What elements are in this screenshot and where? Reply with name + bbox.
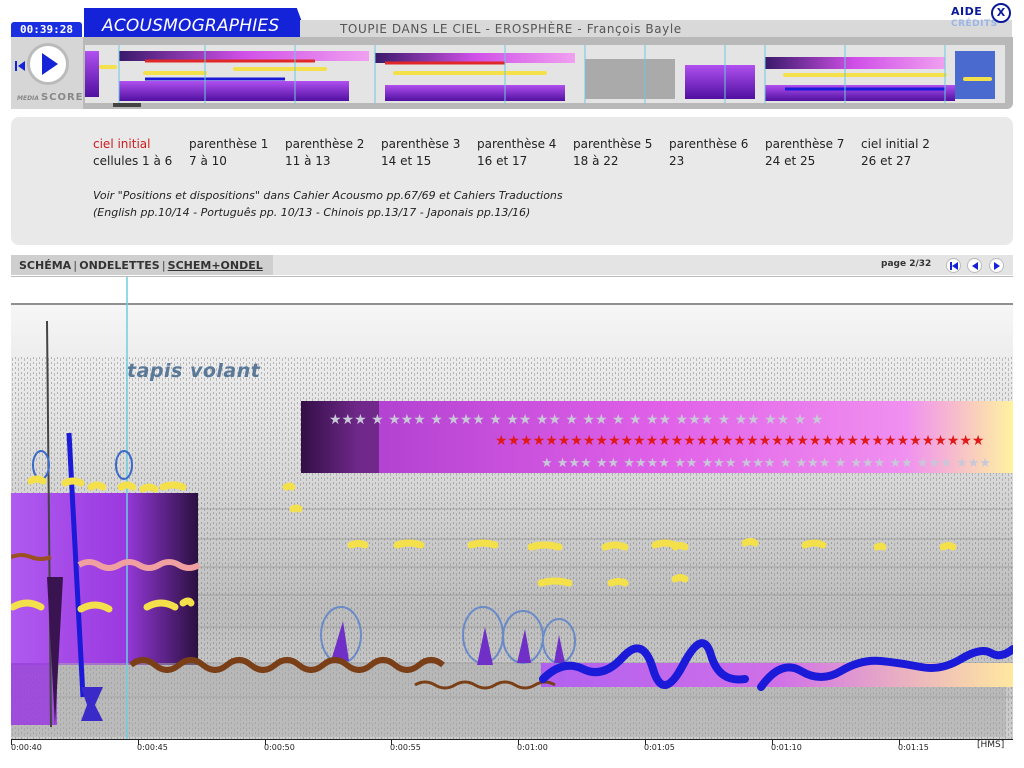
overview-thumbnail[interactable] [85, 45, 1005, 107]
annotation-tapis-volant: tapis volant [127, 360, 261, 382]
time-ruler: 0:00:40 0:00:45 0:00:50 0:00:55 0:01:00 … [11, 740, 1013, 764]
credits-link[interactable]: CRÉDITS [951, 19, 998, 29]
section-name: parenthèse 5 [573, 137, 653, 151]
overview-graphic [85, 45, 1005, 103]
section-cells: 11 à 13 [285, 154, 331, 168]
section-parenthese-1[interactable]: parenthèse 1 7 à 10 [189, 137, 285, 168]
section-cells: 14 et 15 [381, 154, 432, 168]
section-parenthese-2[interactable]: parenthèse 2 11 à 13 [285, 137, 381, 168]
close-button[interactable]: X [991, 3, 1011, 23]
svg-text:★★★ ★ ★★★ ★ ★★★ ★ ★★ ★★ ★ ★: ★★★ ★ ★★★ ★ ★★★ ★ ★★ ★★ ★ ★★ ★ ★ ★★ ★★★ … [329, 412, 823, 428]
section-parenthese-5[interactable]: parenthèse 5 18 à 22 [573, 137, 669, 168]
section-cells: 24 et 25 [765, 154, 816, 168]
overview-panel: MEDIA SCORE [11, 37, 1013, 109]
tab-schem-ondel[interactable]: SCHEM+ONDEL [168, 259, 263, 272]
time-label: 0:01:05 [644, 743, 675, 752]
tab-schema[interactable]: SCHÉMA [19, 259, 71, 272]
section-cells: 7 à 10 [189, 154, 227, 168]
section-name: parenthèse 1 [189, 137, 269, 151]
play-button[interactable] [27, 43, 69, 85]
tab-ondelettes[interactable]: ONDELETTES [79, 259, 159, 272]
prev-page-icon [972, 262, 978, 270]
time-unit: [HMS] [977, 740, 1005, 750]
view-tabs: SCHÉMA | ONDELETTES | SCHEM+ONDEL [11, 255, 273, 275]
section-name: parenthèse 7 [765, 137, 845, 151]
overview-playhead[interactable] [113, 103, 141, 107]
rewind-icon[interactable] [14, 59, 26, 73]
section-ciel-initial-2[interactable]: ciel initial 2 26 et 27 [861, 137, 957, 168]
score-logo: MEDIA SCORE [17, 92, 84, 103]
first-page-button[interactable] [946, 258, 961, 273]
section-info-panel: ciel initial cellules 1 à 6 parenthèse 1… [11, 117, 1013, 245]
svg-text:★★★★★★★★★★★★★★★★★★★★★★★★★★★★★★: ★★★★★★★★★★★★★★★★★★★★★★★★★★★★★★★★★★★★★★★ [495, 433, 984, 449]
page-indicator: page 2/32 [881, 259, 932, 269]
time-label: 0:01:00 [517, 743, 548, 752]
time-label: 0:00:40 [11, 743, 42, 752]
section-name: ciel initial [93, 137, 151, 151]
section-name: parenthèse 6 [669, 137, 749, 151]
view-header: SCHÉMA | ONDELETTES | SCHEM+ONDEL page 2/32 [11, 255, 1013, 275]
section-name: parenthèse 2 [285, 137, 365, 151]
section-cells: 18 à 22 [573, 154, 619, 168]
player-controls: MEDIA SCORE [11, 37, 83, 109]
time-label: 0:01:10 [771, 743, 802, 752]
translation-note: (English pp.10/14 - Português pp. 10/13 … [93, 206, 531, 219]
section-cells: 26 et 27 [861, 154, 912, 168]
section-parenthese-4[interactable]: parenthèse 4 16 et 17 [477, 137, 573, 168]
section-cells: cellules 1 à 6 [93, 154, 173, 168]
time-label: 0:01:15 [898, 743, 929, 752]
section-name: parenthèse 3 [381, 137, 461, 151]
next-page-icon [994, 262, 1000, 270]
reference-note: Voir "Positions et dispositions" dans Ca… [93, 189, 563, 202]
next-page-button[interactable] [989, 258, 1004, 273]
close-icon: X [996, 6, 1006, 19]
time-label: 0:00:45 [137, 743, 168, 752]
section-parenthese-6[interactable]: parenthèse 6 23 [669, 137, 765, 168]
tab-separator: | [161, 259, 166, 272]
first-page-icon [950, 262, 958, 270]
time-label: 0:00:55 [390, 743, 421, 752]
section-parenthese-3[interactable]: parenthèse 3 14 et 15 [381, 137, 477, 168]
help-link[interactable]: AIDE [951, 5, 982, 18]
app-title: ACOUSMOGRAPHIES [84, 8, 308, 38]
work-title: TOUPIE DANS LE CIEL - EROSPHÈRE - Franço… [340, 22, 682, 36]
prev-page-button[interactable] [967, 258, 982, 273]
section-cells: 23 [669, 154, 685, 168]
section-cells: 16 et 17 [477, 154, 528, 168]
time-label: 0:00:50 [264, 743, 295, 752]
section-name: ciel initial 2 [861, 137, 930, 151]
play-icon [42, 53, 58, 75]
section-ciel-initial[interactable]: ciel initial cellules 1 à 6 [93, 137, 189, 168]
svg-text:★ ★★★ ★★ ★★★★ ★★ ★★★ ★★★ ★ ★★★: ★ ★★★ ★★ ★★★★ ★★ ★★★ ★★★ ★ ★★★ ★ ★★★ ★★ … [541, 456, 991, 471]
elapsed-timer: 00:39:28 [11, 22, 82, 37]
tab-separator: | [73, 259, 78, 272]
score-canvas[interactable]: ★★★ ★ ★★★ ★ ★★★ ★ ★★ ★★ ★ ★★ ★ ★ ★★ ★★★ … [11, 276, 1013, 740]
section-name: parenthèse 4 [477, 137, 557, 151]
acousmograph-graphic: ★★★ ★ ★★★ ★ ★★★ ★ ★★ ★★ ★ ★★ ★ ★ ★★ ★★★ … [11, 277, 1013, 739]
section-parenthese-7[interactable]: parenthèse 7 24 et 25 [765, 137, 861, 168]
